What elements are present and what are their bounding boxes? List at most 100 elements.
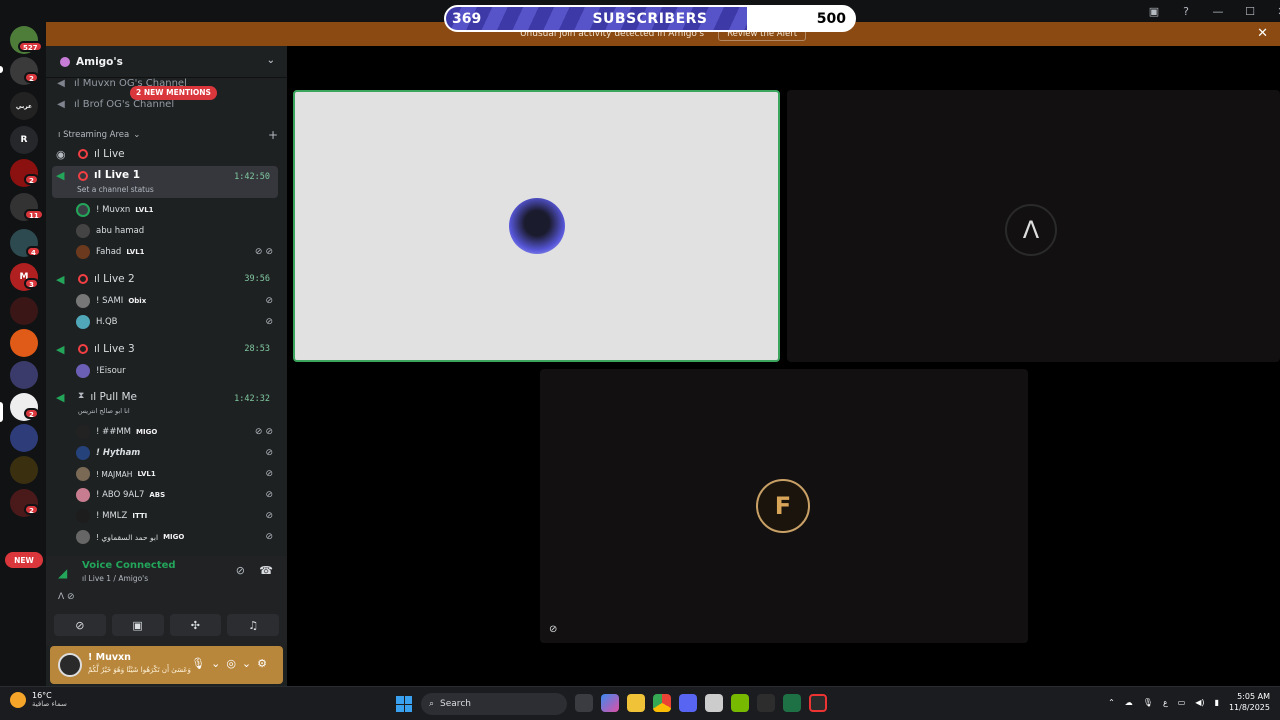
volume-icon[interactable]: ◀) (1195, 698, 1204, 707)
avatar[interactable] (58, 653, 82, 677)
camera-off-button[interactable]: ⊘ (54, 614, 106, 636)
mic-icon[interactable]: 🎙 (1143, 698, 1153, 707)
chrome-icon[interactable] (653, 694, 671, 712)
chevron-up-icon[interactable]: ⌃ (1108, 698, 1115, 707)
voice-user[interactable]: ! Muvxn LVL1 (76, 200, 280, 220)
pinned-apps (575, 694, 827, 712)
task-view-icon[interactable] (575, 694, 593, 712)
windows-start-icon[interactable] (396, 696, 412, 712)
voice-channel-live-1[interactable]: ◀ ıl Live 1 1:42:50 Set a channel status (52, 166, 278, 198)
screen-share-button[interactable]: ▣ (111, 614, 164, 636)
soundboard-button[interactable]: ♫ (227, 614, 279, 636)
subscriber-goal-bar: 369 SUBSCRIBERS 500 (444, 5, 856, 32)
close-window-button[interactable]: ✕ (1266, 2, 1280, 20)
new-mentions-pill[interactable]: 2 NEW MENTIONS (130, 86, 217, 100)
server-rail: 527 2 عربي R 2 11 4 M 3 2 2 NEW (0, 22, 46, 686)
voice-location[interactable]: ıl Live 1 / Amigo's (82, 574, 148, 583)
chevron-down-icon: ⌄ (133, 130, 141, 140)
user-name: ! Muvxn (96, 205, 131, 215)
add-channel-icon[interactable]: + (268, 128, 278, 142)
user-tag: MIGO (136, 428, 158, 436)
activity-icon[interactable]: Λ ⊘ (58, 592, 75, 602)
help-icon[interactable]: ? (1170, 2, 1202, 20)
voice-user[interactable]: ! ##MM MIGO ⊘⊘ (76, 422, 280, 442)
server-icon[interactable]: R (10, 126, 38, 154)
minimize-button[interactable]: — (1202, 2, 1234, 20)
user-name: ! ##MM (96, 427, 132, 437)
app-icon[interactable] (705, 694, 723, 712)
voice-user[interactable]: H.QB ⊘ (76, 312, 280, 332)
clock[interactable]: 5:05 AM 11/8/2025 (1229, 691, 1270, 713)
cloud-icon[interactable]: ☁ (1125, 698, 1133, 707)
avatar (76, 224, 90, 238)
user-name: ! Hytham (96, 448, 141, 458)
server-icon[interactable] (10, 329, 38, 357)
category-label: ı Streaming Area (58, 130, 130, 140)
video-tile[interactable]: Λ (787, 90, 1280, 362)
speaker-icon: ◀ (57, 98, 65, 110)
nvidia-icon[interactable] (731, 694, 749, 712)
server-badge: 2 (24, 174, 39, 185)
voice-user[interactable]: !Eisour (76, 361, 280, 381)
server-icon[interactable]: عربي (10, 92, 38, 120)
excel-icon[interactable] (783, 694, 801, 712)
hourglass-icon: ⧗ (78, 391, 85, 401)
user-name: abu hamad (96, 226, 145, 236)
new-servers-pill[interactable]: NEW (5, 552, 43, 568)
weather-widget[interactable]: 16°C سماء صافية (10, 691, 67, 708)
avatar (76, 425, 90, 439)
discord-icon[interactable] (679, 694, 697, 712)
copilot-icon[interactable] (601, 694, 619, 712)
server-icon[interactable] (10, 297, 38, 325)
server-icon[interactable] (10, 361, 38, 389)
windows-taskbar: 16°C سماء صافية ⌕ Search ⌃ ☁ 🎙 ع ▭ ◀) ▮ … (0, 686, 1280, 720)
signal-icon[interactable]: ◢ (58, 566, 67, 580)
chevron-down-icon[interactable]: ⌄ (267, 55, 275, 66)
user-controls[interactable]: 🎙⌄◎⌄⚙ (191, 657, 273, 670)
server-icon[interactable] (10, 456, 38, 484)
voice-channel-live-2[interactable]: ◀ ıl Live 2 39:56 (52, 268, 278, 290)
user-name: ! ABO 9AL7 (96, 490, 145, 500)
voice-user[interactable]: ! ابو حمد السقماوي MIGO ⊘ (76, 527, 280, 547)
maximize-button[interactable]: ☐ (1234, 2, 1266, 20)
server-icon[interactable] (10, 424, 38, 452)
video-tile[interactable]: F ⊘ (540, 369, 1028, 643)
search-icon: ⌕ (429, 699, 435, 709)
channel-status[interactable]: Set a channel status (77, 185, 154, 194)
voice-user[interactable]: abu hamad (76, 221, 280, 241)
voice-user[interactable]: ! MAJMAH LVL1 ⊘ (76, 464, 280, 484)
subscriber-label: SUBSCRIBERS (592, 11, 708, 27)
voice-channel-live-3[interactable]: ◀ ıl Live 3 28:53 (52, 338, 278, 360)
alert-close-icon[interactable]: ✕ (1257, 26, 1268, 41)
server-badge: 2 (24, 72, 39, 83)
category-streaming-area[interactable]: ı Streaming Area ⌄ + (58, 128, 278, 142)
speaker-icon: ◀ (57, 77, 65, 89)
server-badge: 3 (24, 278, 39, 289)
mute-deafen-icons: ⊘⊘ (254, 247, 276, 257)
voice-user[interactable]: ! Hytham ⊘ (76, 443, 280, 463)
avatar (76, 315, 90, 329)
taskbar-search[interactable]: ⌕ Search (421, 693, 567, 715)
app-icon[interactable] (757, 694, 775, 712)
language-indicator[interactable]: ع (1163, 698, 1168, 707)
network-icon[interactable]: ▭ (1178, 698, 1186, 707)
voice-user[interactable]: ! MMLZ ITTI ⊘ (76, 506, 280, 526)
deafened-icon: ⊘ (549, 624, 558, 635)
battery-icon[interactable]: ▮ (1215, 698, 1219, 707)
file-explorer-icon[interactable] (627, 694, 645, 712)
activities-button[interactable]: ✣ (169, 614, 222, 636)
app-icon[interactable] (809, 694, 827, 712)
video-tile-speaking[interactable] (293, 90, 780, 362)
stage-channel-live[interactable]: ◉ ıl Live (52, 143, 278, 165)
noise-suppression-icon[interactable]: ⊘ (236, 564, 245, 577)
inbox-icon[interactable]: ▣ (1138, 2, 1170, 20)
disconnect-icon[interactable]: ☎ (259, 564, 273, 577)
voice-user[interactable]: ! ABO 9AL7 ABS ⊘ (76, 485, 280, 505)
voice-connection-panel: ◢ Voice Connected ıl Live 1 / Amigo's ⊘ … (46, 556, 287, 646)
search-label: Search (440, 699, 471, 709)
voice-user[interactable]: Fahad LVL1 ⊘⊘ (76, 242, 280, 262)
avatar (76, 467, 90, 481)
voice-channel-pull-me[interactable]: ◀ ⧗ ıl Pull Me 1:42:32 انا ابو صالح انتر… (52, 388, 278, 418)
user-name: ! Muvxn (88, 652, 131, 663)
voice-user[interactable]: ! SAMI Obix ⊘ (76, 291, 280, 311)
